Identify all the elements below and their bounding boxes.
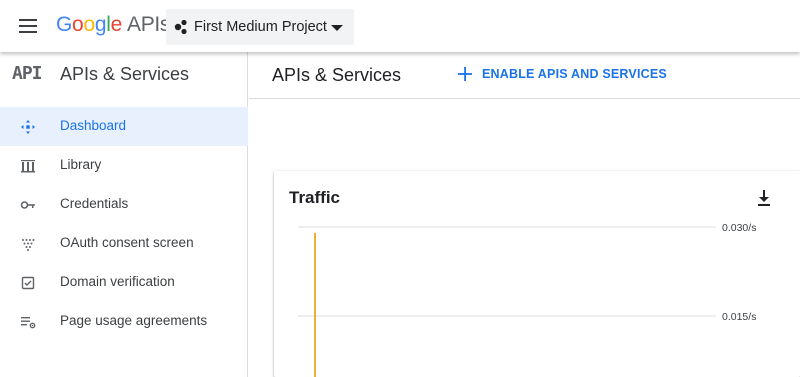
sidebar-item-label: OAuth consent screen [60,235,194,250]
enable-apis-label: ENABLE APIS AND SERVICES [482,67,667,81]
sidebar-item-page-usage-agreements[interactable]: Page usage agreements [0,302,248,341]
domain-verification-icon [21,276,35,290]
page-title: APIs & Services [272,65,402,85]
card-title: Traffic [289,188,341,207]
sidebar-item-label: Page usage agreements [60,313,208,328]
project-selector[interactable]: First Medium Project [166,9,354,45]
sidebar-item-dashboard[interactable]: Dashboard [0,107,248,146]
apis-wordmark: APIs [126,13,171,36]
api-icon: API [12,63,42,84]
sidebar-item-label: Credentials [60,196,129,211]
project-name: First Medium Project [194,19,327,35]
y-tick-label-mid: 0.015/s [722,311,756,323]
traffic-chart: 0.030/s 0.015/s [298,222,756,377]
sidebar-item-label: Domain verification [60,274,175,289]
google-apis-logo[interactable]: Google APIs [56,13,170,37]
main-header: APIs & Services ENABLE APIS AND SERVICES [249,52,800,99]
sidebar-item-library[interactable]: Library [0,146,248,185]
sidebar-title: APIs & Services [60,64,190,84]
download-icon[interactable] [756,189,772,207]
sidebar-item-label: Library [60,157,102,172]
project-icon [174,19,187,35]
dashboard-icon [21,120,35,134]
key-icon [20,201,35,209]
google-wordmark: Google [56,13,122,36]
sidebar: API APIs & Services Dashboard Library Cr… [0,52,248,377]
sidebar-item-label: Dashboard [60,118,127,133]
menu-icon[interactable] [19,19,37,33]
chevron-down-icon [331,25,343,31]
page-usage-settings-icon [21,317,36,329]
sidebar-item-oauth-consent[interactable]: OAuth consent screen [0,224,248,263]
sidebar-header: API APIs & Services [0,52,248,97]
plus-icon [458,67,472,81]
sidebar-item-domain-verification[interactable]: Domain verification [0,263,248,302]
library-icon [21,160,35,173]
oauth-consent-icon [22,239,35,251]
sidebar-item-credentials[interactable]: Credentials [0,185,248,224]
traffic-card: 0.030/s 0.015/s Traffic [274,171,800,377]
top-bar: Google APIs First Medium Project [0,0,800,52]
y-tick-label-top: 0.030/s [722,222,756,234]
